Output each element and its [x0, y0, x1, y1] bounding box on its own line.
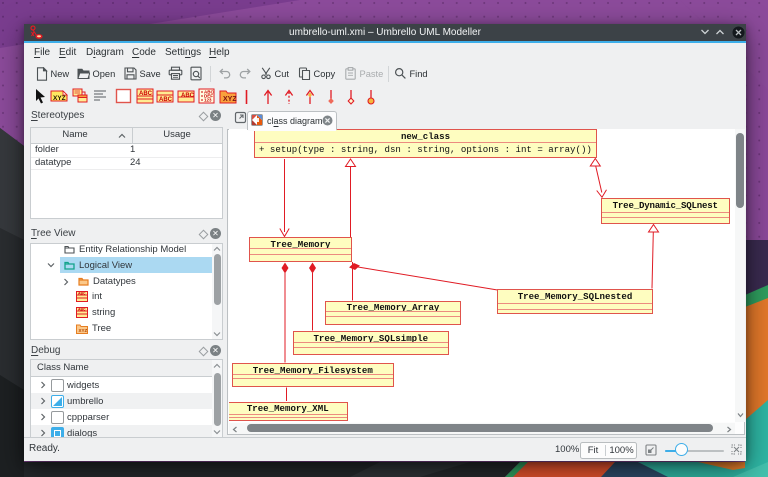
- svg-text:123: 123: [204, 98, 212, 103]
- svg-text:ABC: ABC: [78, 292, 86, 296]
- svg-text:XYZ: XYZ: [79, 328, 88, 333]
- svg-text:XYZ: XYZ: [223, 96, 237, 103]
- svg-text:ABC: ABC: [159, 97, 173, 103]
- svg-text:ABC: ABC: [181, 93, 195, 99]
- svg-text:ABC: ABC: [78, 308, 86, 312]
- svg-text:XYZ: XYZ: [53, 95, 66, 102]
